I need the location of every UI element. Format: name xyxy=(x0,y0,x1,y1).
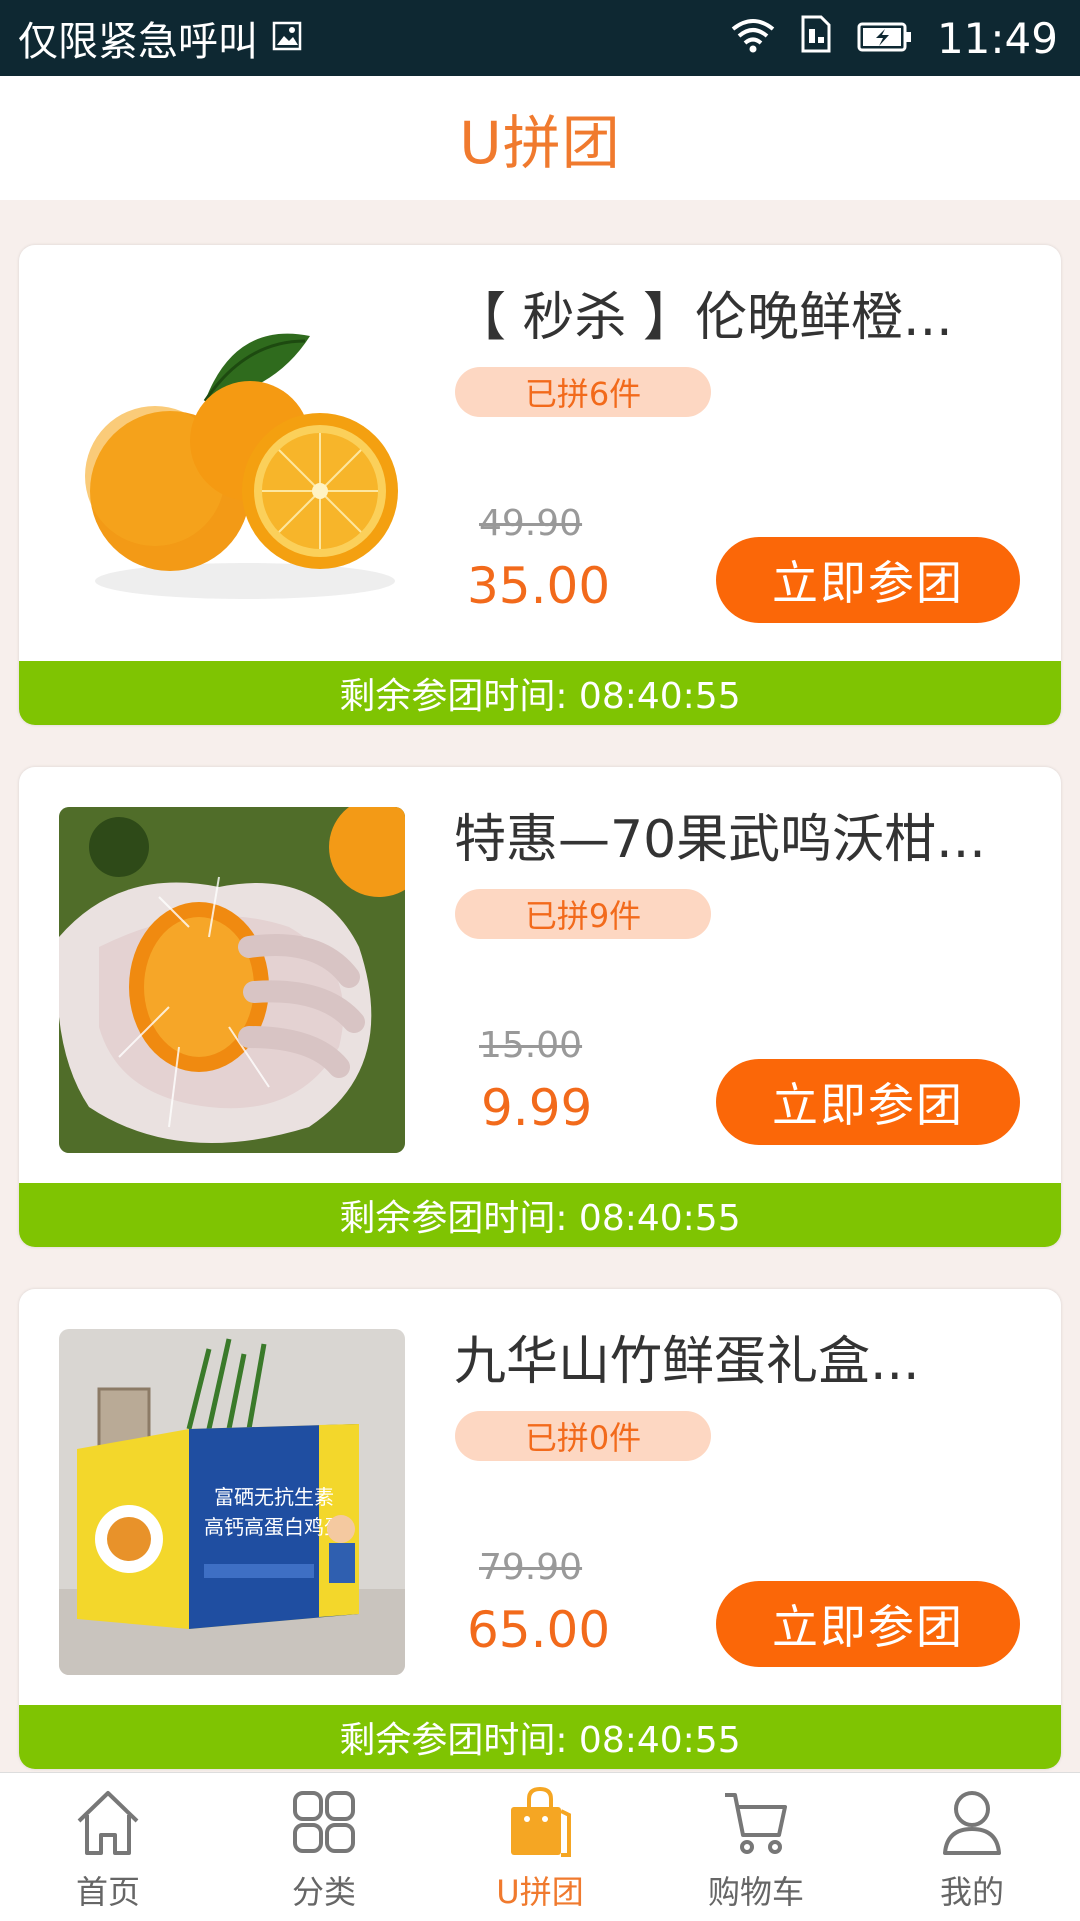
grid-icon xyxy=(293,1791,355,1853)
joined-count-badge: 已拼0件 xyxy=(455,1411,711,1461)
original-price: 49.90 xyxy=(479,503,583,544)
joined-count-badge: 已拼6件 xyxy=(455,367,711,417)
group-price: 65.00 xyxy=(467,1601,611,1659)
nav-item-cart[interactable]: 购物车 xyxy=(648,1773,864,1921)
product-image[interactable] xyxy=(55,281,415,641)
svg-text:富硒无抗生素: 富硒无抗生素 xyxy=(214,1485,334,1509)
image-icon xyxy=(272,15,302,61)
countdown-bar: 剩余参团时间: 08:40:55 xyxy=(19,661,1061,725)
product-title[interactable]: 特惠—70果武鸣沃柑... xyxy=(454,797,1034,872)
countdown-bar: 剩余参团时间: 08:40:55 xyxy=(19,1183,1061,1247)
joined-count-badge: 已拼9件 xyxy=(455,889,711,939)
page-title: U拼团 xyxy=(459,109,621,177)
sim-icon xyxy=(799,14,833,63)
product-image[interactable]: 富硒无抗生素 高钙高蛋白鸡蛋 xyxy=(59,1329,405,1675)
carrier-text: 仅限紧急呼叫 xyxy=(18,19,258,65)
join-group-button[interactable]: 立即参团 xyxy=(716,1581,1020,1667)
join-group-button[interactable]: 立即参团 xyxy=(716,537,1020,623)
nav-label: 首页 xyxy=(75,1873,140,1911)
wifi-icon xyxy=(731,14,775,63)
product-card[interactable]: 【 秒杀 】伦晚鲜橙... 已拼6件 49.90 35.00 立即参团 剩余参团… xyxy=(19,245,1061,725)
group-price: 35.00 xyxy=(467,557,611,615)
original-price: 79.90 xyxy=(479,1547,583,1588)
original-price: 15.00 xyxy=(479,1025,583,1066)
nav-item-me[interactable]: 我的 xyxy=(864,1773,1080,1921)
join-group-button[interactable]: 立即参团 xyxy=(716,1059,1020,1145)
group-price: 9.99 xyxy=(481,1079,593,1137)
svg-text:高钙高蛋白鸡蛋: 高钙高蛋白鸡蛋 xyxy=(204,1515,344,1539)
nav-label: U拼团 xyxy=(496,1873,584,1911)
product-card[interactable]: 特惠—70果武鸣沃柑... 已拼9件 15.00 9.99 立即参团 剩余参团时… xyxy=(19,767,1061,1247)
shopping-bag-icon xyxy=(511,1786,571,1857)
product-title[interactable]: 【 秒杀 】伦晚鲜橙... xyxy=(454,275,1034,350)
status-bar: 仅限紧急呼叫 11:49 xyxy=(0,0,1080,76)
product-image[interactable] xyxy=(59,807,405,1153)
status-time: 11:49 xyxy=(936,13,1058,63)
page-header: U拼团 xyxy=(0,76,1080,200)
nav-item-home[interactable]: 首页 xyxy=(0,1773,216,1921)
battery-charging-icon xyxy=(857,14,913,63)
cart-icon xyxy=(725,1793,787,1854)
home-icon xyxy=(77,1791,139,1855)
nav-item-category[interactable]: 分类 xyxy=(216,1773,432,1921)
nav-label: 我的 xyxy=(939,1873,1004,1911)
product-title[interactable]: 九华山竹鲜蛋礼盒... xyxy=(454,1319,1034,1394)
nav-label: 分类 xyxy=(291,1873,356,1911)
countdown-bar: 剩余参团时间: 08:40:55 xyxy=(19,1705,1061,1769)
nav-item-group-buy[interactable]: U拼团 xyxy=(432,1773,648,1921)
user-icon xyxy=(943,1791,1001,1855)
nav-label: 购物车 xyxy=(707,1873,804,1911)
product-card[interactable]: 富硒无抗生素 高钙高蛋白鸡蛋 九华山竹鲜蛋礼盒... 已拼0件 79.90 65… xyxy=(19,1289,1061,1769)
bottom-nav: 首页 分类 U拼团 购物车 我的 xyxy=(0,1772,1080,1921)
